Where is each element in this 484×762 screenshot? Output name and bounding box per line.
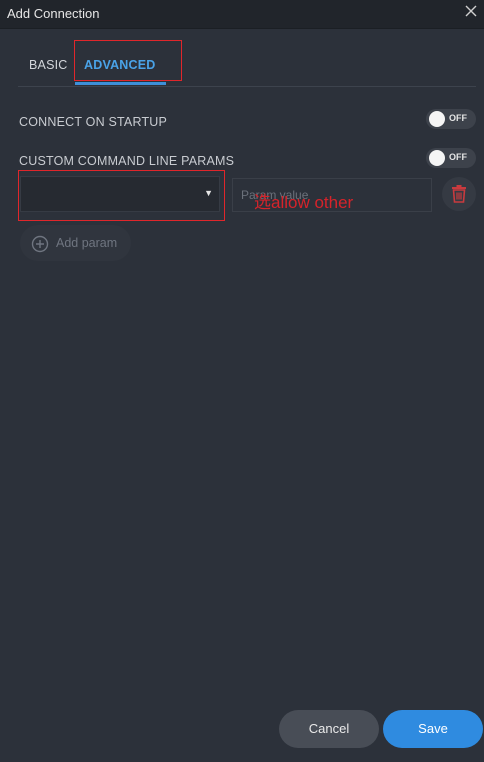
toggle-state-text: OFF [449, 113, 467, 123]
annotation-box-tab [74, 40, 182, 81]
save-button[interactable]: Save [383, 710, 483, 748]
tab-basic[interactable]: BASIC [29, 58, 68, 72]
toggle-knob [429, 111, 445, 127]
window-title: Add Connection [7, 6, 100, 21]
delete-param-button[interactable] [442, 177, 476, 211]
toggle-knob [429, 150, 445, 166]
connect-on-startup-label: CONNECT ON STARTUP [19, 115, 168, 129]
title-bar: Add Connection [0, 0, 484, 29]
custom-params-toggle[interactable]: OFF [426, 148, 476, 168]
custom-params-label: CUSTOM COMMAND LINE PARAMS [19, 154, 235, 168]
active-tab-indicator [75, 82, 166, 85]
connect-on-startup-toggle[interactable]: OFF [426, 109, 476, 129]
param-value-input[interactable] [232, 178, 432, 212]
toggle-state-text: OFF [449, 152, 467, 162]
plus-circle-icon [31, 235, 49, 253]
add-param-label: Add param [56, 236, 118, 250]
cancel-button[interactable]: Cancel [279, 710, 379, 748]
trash-icon [452, 185, 466, 203]
add-param-button[interactable]: Add param [20, 225, 131, 261]
close-icon[interactable] [464, 4, 478, 18]
annotation-box-select [18, 170, 225, 221]
